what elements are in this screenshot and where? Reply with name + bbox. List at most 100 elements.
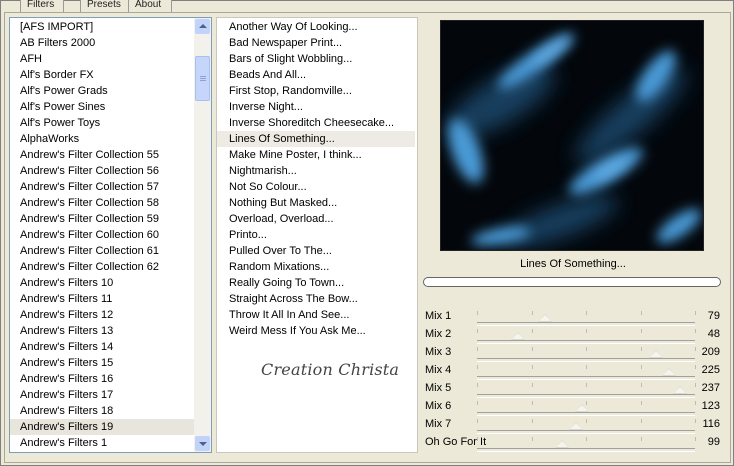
category-item[interactable]: Andrew's Filters 18 bbox=[10, 403, 194, 419]
slider-label: Mix 3 bbox=[425, 346, 452, 358]
filter-item[interactable]: Really Going To Town... bbox=[217, 275, 415, 291]
filter-item[interactable]: Bars of Slight Wobbling... bbox=[217, 51, 415, 67]
category-item[interactable]: Alf's Border FX bbox=[10, 67, 194, 83]
slider-tick bbox=[640, 419, 642, 423]
category-item[interactable]: [AFS IMPORT] bbox=[10, 19, 194, 35]
category-item[interactable]: Andrew's Filters 17 bbox=[10, 387, 194, 403]
slider-row: Mix 4 225 bbox=[423, 362, 723, 380]
filter-item[interactable]: Weird Mess If You Ask Me... bbox=[217, 323, 415, 339]
category-item[interactable]: Andrew's Filter Collection 56 bbox=[10, 163, 194, 179]
filter-item[interactable]: Make Mine Poster, I think... bbox=[217, 147, 415, 163]
slider-value: 225 bbox=[701, 364, 720, 376]
category-item[interactable]: Andrew's Filter Collection 62 bbox=[10, 259, 194, 275]
category-item[interactable]: Alf's Power Toys bbox=[10, 115, 194, 131]
slider-tick bbox=[586, 419, 587, 423]
slider-label: Mix 5 bbox=[425, 382, 452, 394]
slider-tick bbox=[477, 401, 478, 405]
category-item[interactable]: Andrew's Filters 10 bbox=[10, 275, 194, 291]
slider-tick bbox=[586, 329, 587, 333]
scroll-down-button[interactable] bbox=[195, 436, 210, 451]
filter-item[interactable]: Nothing But Masked... bbox=[217, 195, 415, 211]
filter-item[interactable]: Lines Of Something... bbox=[217, 131, 415, 147]
category-item[interactable]: Alf's Power Sines bbox=[10, 99, 194, 115]
slider-track[interactable] bbox=[477, 437, 696, 452]
scrollbar-thumb[interactable] bbox=[195, 56, 210, 101]
slider-thumb[interactable] bbox=[575, 404, 590, 412]
slider-thumb[interactable] bbox=[569, 422, 584, 430]
category-item[interactable]: Andrew's Filter Collection 58 bbox=[10, 195, 194, 211]
filter-list[interactable]: Another Way Of Looking... Bad Newspaper P… bbox=[216, 17, 418, 453]
slider-tick bbox=[531, 329, 533, 333]
filter-item[interactable]: First Stop, Randomville... bbox=[217, 83, 415, 99]
filter-items: Another Way Of Looking... Bad Newspaper P… bbox=[217, 19, 415, 339]
slider-tick bbox=[640, 401, 642, 405]
category-item[interactable]: AFH bbox=[10, 51, 194, 67]
slider-tick bbox=[531, 437, 533, 441]
slider-thumb[interactable] bbox=[537, 314, 552, 322]
category-item[interactable]: Andrew's Filters 1 bbox=[10, 435, 194, 451]
slider-row: Mix 1 79 bbox=[423, 308, 723, 326]
slider-label: Mix 7 bbox=[425, 418, 452, 430]
filter-item[interactable]: Inverse Shoreditch Cheesecake... bbox=[217, 115, 415, 131]
category-item[interactable]: Andrew's Filter Collection 61 bbox=[10, 243, 194, 259]
slider-tick bbox=[695, 383, 696, 387]
category-item[interactable]: AlphaWorks bbox=[10, 131, 194, 147]
filter-item[interactable]: Random Mixations... bbox=[217, 259, 415, 275]
slider-label: Mix 2 bbox=[425, 328, 452, 340]
slider-tick bbox=[531, 401, 533, 405]
category-item[interactable]: Andrew's Filters 12 bbox=[10, 307, 194, 323]
filter-item[interactable]: Throw It All In And See... bbox=[217, 307, 415, 323]
category-item[interactable]: Andrew's Filters 16 bbox=[10, 371, 194, 387]
slider-tick bbox=[695, 401, 696, 405]
chevron-up-icon bbox=[199, 24, 207, 28]
slider-tick bbox=[640, 347, 642, 351]
filter-item[interactable]: Pulled Over To The... bbox=[217, 243, 415, 259]
filter-item[interactable]: Nightmarish... bbox=[217, 163, 415, 179]
slider-row: Oh Go For It 99 bbox=[423, 434, 723, 452]
filter-item[interactable]: Inverse Night... bbox=[217, 99, 415, 115]
slider-tick bbox=[586, 365, 587, 369]
filter-item[interactable]: Straight Across The Bow... bbox=[217, 291, 415, 307]
slider-tick bbox=[477, 383, 478, 387]
slider-tick bbox=[477, 437, 478, 441]
category-item[interactable]: Andrew's Filters 15 bbox=[10, 355, 194, 371]
category-item[interactable]: Andrew's Filter Collection 55 bbox=[10, 147, 194, 163]
category-scrollbar[interactable] bbox=[194, 18, 211, 452]
category-list[interactable]: [AFS IMPORT] AB Filters 2000 AFH Alf's Bord… bbox=[9, 17, 212, 453]
slider-thumb[interactable] bbox=[648, 350, 663, 358]
category-item[interactable]: Andrew's Filters 19 bbox=[10, 419, 194, 435]
category-item[interactable]: Andrew's Filter Collection 57 bbox=[10, 179, 194, 195]
slider-tick bbox=[586, 311, 587, 315]
filter-item[interactable]: Printo... bbox=[217, 227, 415, 243]
category-item[interactable]: AB Filters 2000 bbox=[10, 35, 194, 51]
slider-label: Mix 1 bbox=[425, 310, 452, 322]
filter-item[interactable]: Another Way Of Looking... bbox=[217, 19, 415, 35]
slider-tick bbox=[477, 329, 478, 333]
filter-item[interactable]: Bad Newspaper Print... bbox=[217, 35, 415, 51]
tab-about[interactable]: About bbox=[128, 0, 172, 12]
slider-tick bbox=[640, 383, 642, 387]
slider-tick bbox=[477, 419, 478, 423]
slider-thumb[interactable] bbox=[672, 386, 687, 394]
slider-thumb[interactable] bbox=[554, 440, 569, 448]
category-item[interactable]: Andrew's Filter Collection 60 bbox=[10, 227, 194, 243]
tab-presets[interactable]: Presets bbox=[80, 0, 134, 12]
slider-tick bbox=[477, 365, 478, 369]
slider-thumb[interactable] bbox=[511, 332, 526, 340]
category-item[interactable]: Alf's Power Grads bbox=[10, 83, 194, 99]
slider-row: Mix 2 48 bbox=[423, 326, 723, 344]
scroll-up-button[interactable] bbox=[195, 19, 210, 34]
slider-thumb[interactable] bbox=[662, 368, 677, 376]
slider-tick bbox=[531, 311, 533, 315]
category-item[interactable]: Andrew's Filters 13 bbox=[10, 323, 194, 339]
category-item[interactable]: Andrew's Filters 11 bbox=[10, 291, 194, 307]
slider-tick bbox=[695, 419, 696, 423]
filter-item[interactable]: Not So Colour... bbox=[217, 179, 415, 195]
slider-tick bbox=[586, 347, 587, 351]
category-item[interactable]: Andrew's Filters 14 bbox=[10, 339, 194, 355]
slider-row: Mix 7 116 bbox=[423, 416, 723, 434]
filter-item[interactable]: Beads And All... bbox=[217, 67, 415, 83]
category-item[interactable]: Andrew's Filter Collection 59 bbox=[10, 211, 194, 227]
filter-item[interactable]: Overload, Overload... bbox=[217, 211, 415, 227]
tab-filters[interactable]: Filters bbox=[20, 0, 64, 12]
